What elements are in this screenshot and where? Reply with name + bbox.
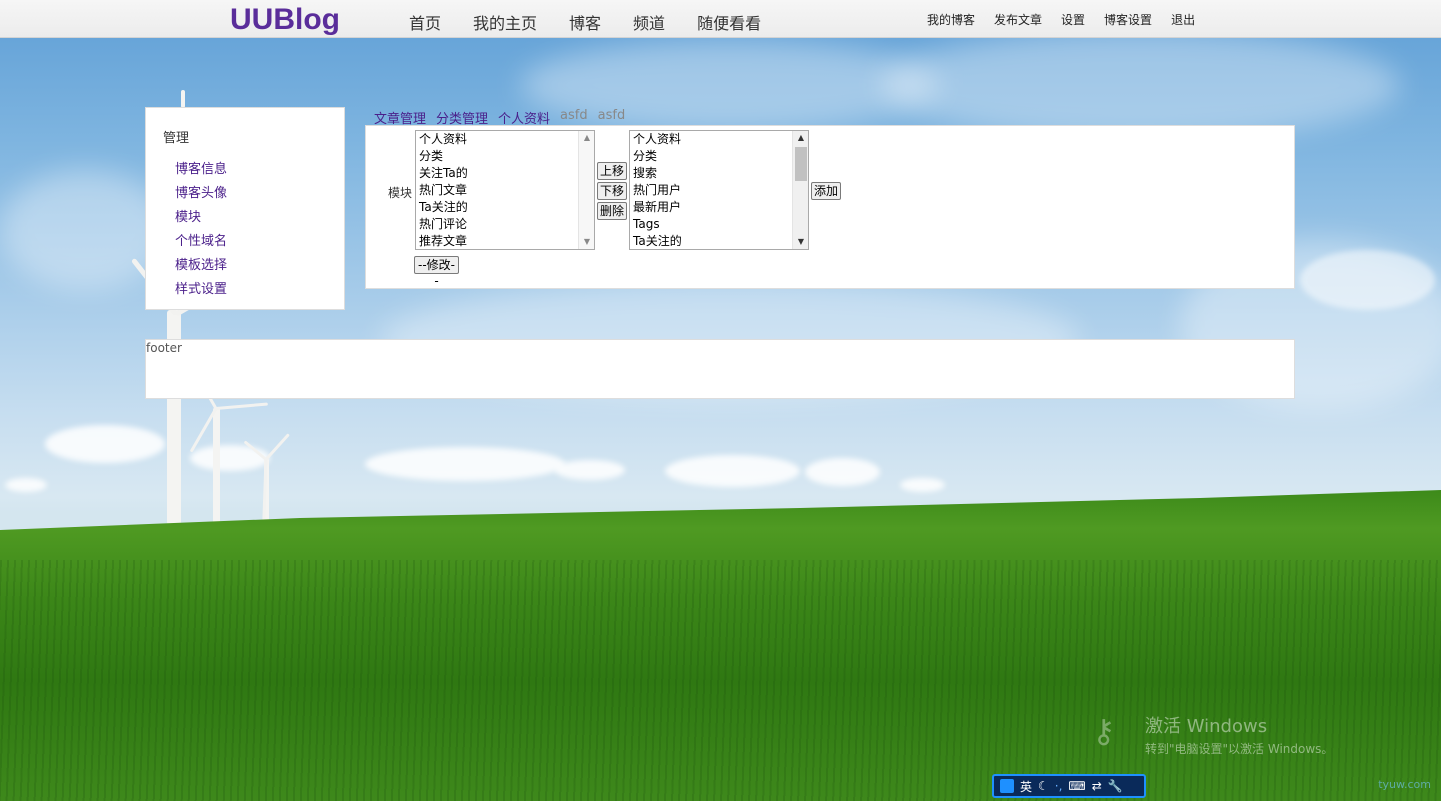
list-item[interactable]: 分类 [416,148,594,165]
listbox-scrollbar[interactable]: ▲ ▼ [578,131,594,249]
delete-button[interactable]: 删除 [597,202,627,220]
sidebar-item-style-settings[interactable]: 样式设置 [175,282,227,297]
list-item[interactable]: 分类 [630,148,808,165]
list-item[interactable]: 推荐文章 [416,233,594,249]
nav-my-homepage[interactable]: 我的主页 [473,10,537,34]
list-item[interactable]: 热门文章 [416,182,594,199]
nav-random[interactable]: 随便看看 [697,10,761,34]
module-editor-panel: 模块 个人资料 分类 关注Ta的 热门文章 Ta关注的 热门评论 推荐文章 ▲ … [365,125,1295,289]
user-nav-logout[interactable]: 退出 [1171,11,1195,28]
move-down-button[interactable]: 下移 [597,182,627,200]
move-up-button[interactable]: 上移 [597,162,627,180]
moon-icon[interactable]: ☾ [1038,779,1049,793]
scroll-down-icon[interactable]: ▼ [793,235,808,249]
list-item[interactable]: 个人资料 [416,131,594,148]
scrollbar-thumb[interactable] [795,147,807,181]
site-logo[interactable]: UUBlog [230,3,340,37]
list-item[interactable]: Ta关注的 [416,199,594,216]
user-nav-my-blog[interactable]: 我的博客 [927,11,975,28]
corner-logo-text: tyuw.com [1378,778,1431,791]
ime-toolbar[interactable]: 英 ☾ ·, ⌨ ⇄ 🔧 [992,774,1146,798]
list-item[interactable]: 关注Ta的 [416,165,594,182]
list-item[interactable]: 热门评论 [416,216,594,233]
ime-mode-label[interactable]: 英 [1020,778,1032,795]
sidebar-item-template[interactable]: 模板选择 [175,258,227,273]
activation-watermark: 激活 Windows 转到"电脑设置"以激活 Windows。 [1145,712,1333,757]
sidebar-item-blog-info[interactable]: 博客信息 [175,162,227,177]
modify-button[interactable]: --修改-- [414,256,459,288]
list-item[interactable]: 热门用户 [630,182,808,199]
sidebar-item-custom-domain[interactable]: 个性域名 [175,234,227,249]
admin-sidebar: 管理 博客信息 博客头像 模块 个性域名 模板选择 样式设置 [145,107,345,310]
scroll-down-icon[interactable]: ▼ [579,235,594,249]
key-icon: ⚷ [1092,712,1116,750]
module-label: 模块 [388,186,413,200]
punctuation-icon[interactable]: ·, [1055,779,1063,793]
list-item[interactable]: Ta关注的 [630,233,808,249]
watermark-title: 激活 Windows [1145,716,1268,737]
main-nav: 首页 我的主页 博客 频道 随便看看 [409,10,793,34]
corner-logo: tyuw.com [1340,755,1435,795]
sidebar-item-modules[interactable]: 模块 [175,210,201,225]
scroll-up-icon[interactable]: ▲ [579,131,594,145]
sidebar-title: 管理 [163,131,190,146]
user-nav: 我的博客 发布文章 设置 博客设置 退出 [927,11,1214,28]
top-navigation-bar: UUBlog 首页 我的主页 博客 频道 随便看看 我的博客 发布文章 设置 博… [0,0,1441,38]
keyboard-icon[interactable]: ⌨ [1068,779,1085,793]
list-item[interactable]: 搜索 [630,165,808,182]
nav-channels[interactable]: 频道 [633,10,665,34]
footer-text: footer [146,341,182,355]
listbox-scrollbar[interactable]: ▲ ▼ [792,131,808,249]
nav-blogs[interactable]: 博客 [569,10,601,34]
list-item[interactable]: 最新用户 [630,199,808,216]
sidebar-item-blog-avatar[interactable]: 博客头像 [175,186,227,201]
current-modules-listbox[interactable]: 个人资料 分类 关注Ta的 热门文章 Ta关注的 热门评论 推荐文章 ▲ ▼ [415,130,595,250]
user-nav-post-article[interactable]: 发布文章 [994,11,1042,28]
user-nav-blog-settings[interactable]: 博客设置 [1104,11,1152,28]
page-footer: footer [145,339,1295,399]
list-item[interactable]: 个人资料 [630,131,808,148]
list-item[interactable]: Tags [630,216,808,233]
wrench-icon[interactable]: 🔧 [1108,779,1123,793]
nav-home[interactable]: 首页 [409,10,441,34]
switch-icon[interactable]: ⇄ [1092,779,1102,793]
ime-logo-icon[interactable] [1000,779,1014,793]
add-button[interactable]: 添加 [811,182,841,200]
user-nav-settings[interactable]: 设置 [1061,11,1085,28]
scroll-up-icon[interactable]: ▲ [793,131,808,145]
available-modules-listbox[interactable]: 个人资料 分类 搜索 热门用户 最新用户 Tags Ta关注的 ▲ ▼ [629,130,809,250]
watermark-subtitle: 转到"电脑设置"以激活 Windows。 [1145,742,1334,756]
